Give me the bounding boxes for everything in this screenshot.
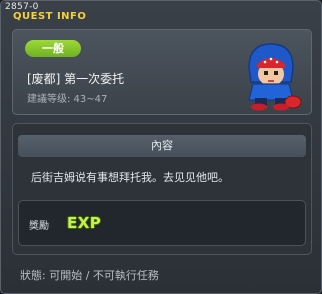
content-header: 內容 (18, 135, 306, 157)
exp-reward-icon: EXP (67, 214, 102, 232)
quest-level-range: 建議等级: 43~47 (27, 94, 108, 105)
quest-content-panel: 內容 后街吉姆说有事想拜托我。去见见他吧。 獎勵 EXP (12, 123, 312, 255)
quest-status: 狀態: 可開始 / 不可執行任務 (20, 269, 159, 282)
reward-box: 獎勵 EXP (18, 200, 306, 246)
quest-description: 后街吉姆说有事想拜托我。去见见他吧。 (31, 171, 229, 184)
quest-name: [废都] 第一次委托 (27, 72, 125, 86)
npc-portrait-icon (248, 43, 302, 111)
reward-label: 獎勵 (29, 221, 49, 232)
quest-header-panel: 一般 [废都] 第一次委托 建議等级: 43~47 (12, 29, 312, 115)
window-title: QUEST INFO (13, 11, 87, 22)
quest-info-window: 2857-0 QUEST INFO 一般 [废都] 第一次委托 建議等级: 43… (0, 0, 322, 294)
quest-category-badge: 一般 (25, 40, 81, 57)
